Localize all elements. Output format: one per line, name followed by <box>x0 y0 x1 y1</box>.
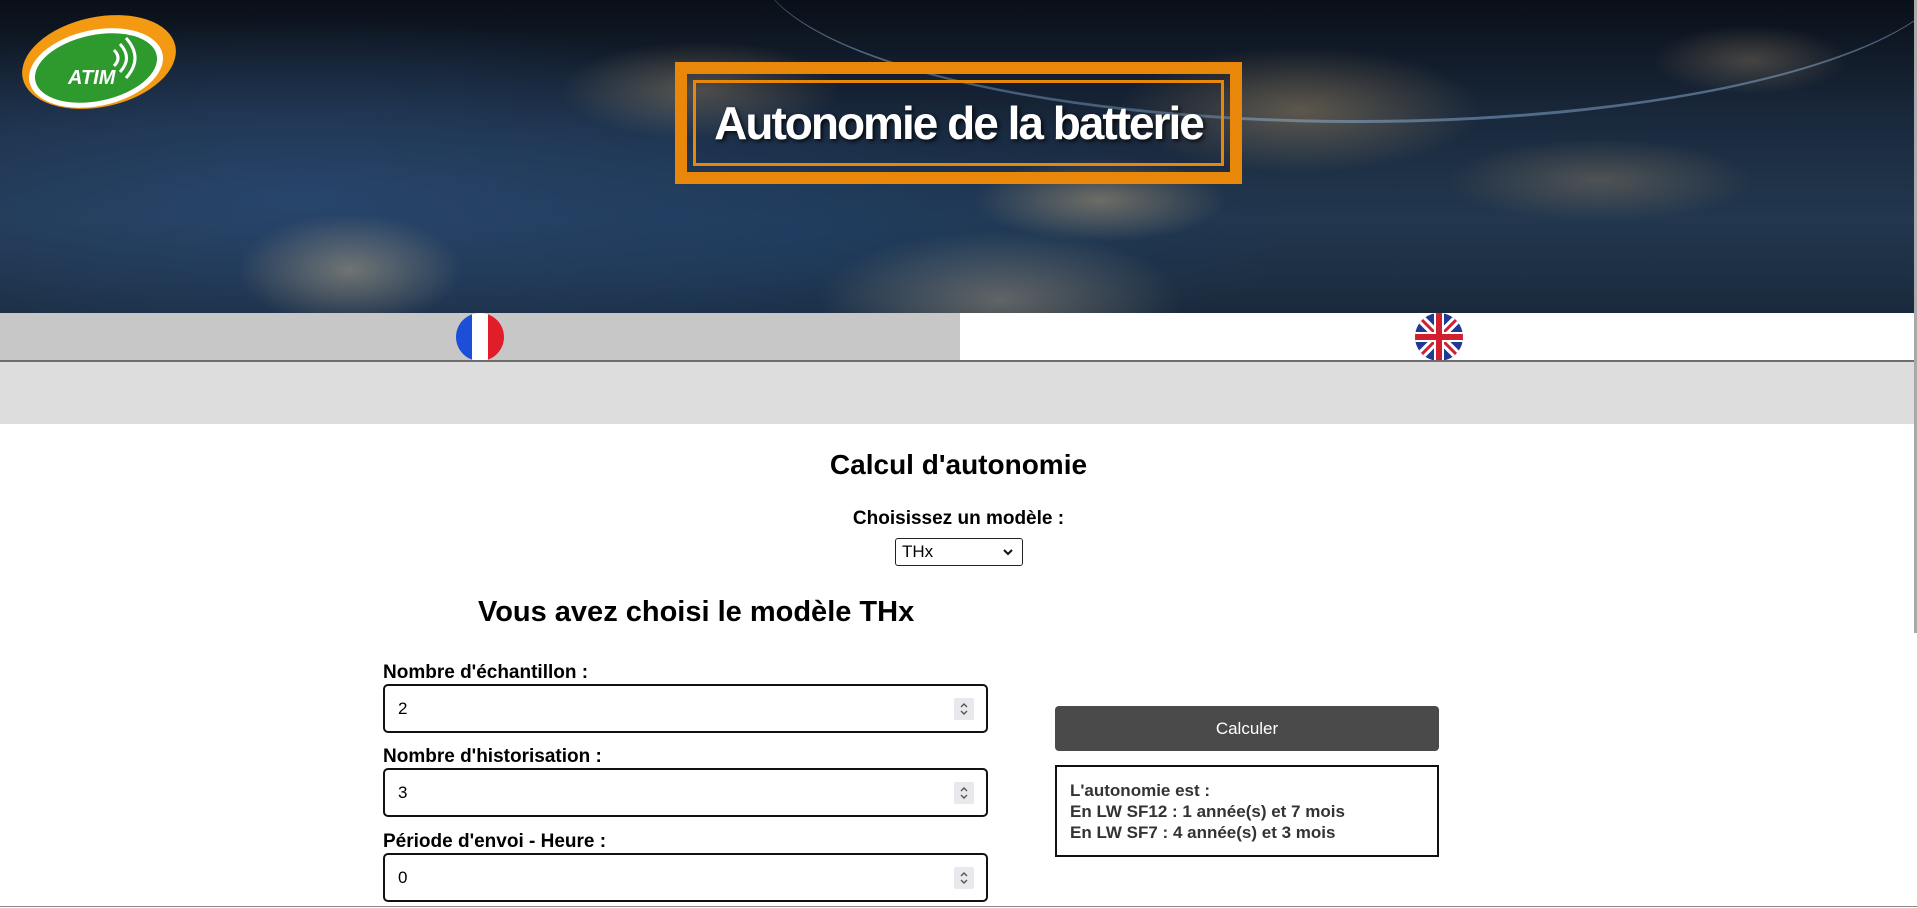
logo-text: ATIM <box>67 67 117 89</box>
history-count-value: 3 <box>398 783 408 802</box>
section-title: Calcul d'autonomie <box>829 449 1088 480</box>
flag-uk-icon <box>1414 312 1463 361</box>
bottom-divider <box>0 906 1917 907</box>
result-sf12: En LW SF12 : 1 année(s) et 7 mois <box>1070 802 1345 821</box>
language-english-button[interactable] <box>960 312 1917 361</box>
chevron-down-icon <box>1002 543 1014 563</box>
history-count-input[interactable]: 3 <box>383 768 988 817</box>
send-period-stepper[interactable] <box>954 867 974 889</box>
model-select-value: THx <box>902 542 934 561</box>
language-french-button[interactable] <box>0 312 960 361</box>
send-period-value: 0 <box>398 868 408 887</box>
title-frame: Autonomie de la batterie <box>675 62 1242 184</box>
grey-band <box>0 362 1917 424</box>
chosen-model-title: Vous avez choisi le modèle THx <box>478 596 915 628</box>
history-count-stepper[interactable] <box>954 782 974 804</box>
hero-banner: ATIM Autonomie de la batterie <box>0 0 1917 313</box>
sample-count-value: 2 <box>398 699 408 718</box>
send-period-label: Période d'envoi - Heure : <box>383 831 607 852</box>
send-period-input[interactable]: 0 <box>383 853 988 902</box>
flag-fr-icon <box>456 312 504 361</box>
sample-count-input[interactable]: 2 <box>383 684 988 733</box>
result-sf7: En LW SF7 : 4 année(s) et 3 mois <box>1070 823 1336 842</box>
model-label: Choisissez un modèle : <box>852 508 1065 529</box>
model-select[interactable]: THx <box>895 538 1023 566</box>
result-box: L'autonomie est : En LW SF12 : 1 année(s… <box>1055 765 1439 857</box>
history-count-label: Nombre d'historisation : <box>383 746 602 767</box>
sample-count-stepper[interactable] <box>954 698 974 720</box>
calculate-button[interactable]: Calculer <box>1055 706 1439 751</box>
language-bar <box>0 312 1917 361</box>
result-heading: L'autonomie est : <box>1070 781 1211 800</box>
title-inner-frame: Autonomie de la batterie <box>693 80 1224 166</box>
sample-count-label: Nombre d'échantillon : <box>383 662 589 683</box>
page-title: Autonomie de la batterie <box>714 97 1205 149</box>
atim-logo[interactable]: ATIM <box>18 10 180 110</box>
